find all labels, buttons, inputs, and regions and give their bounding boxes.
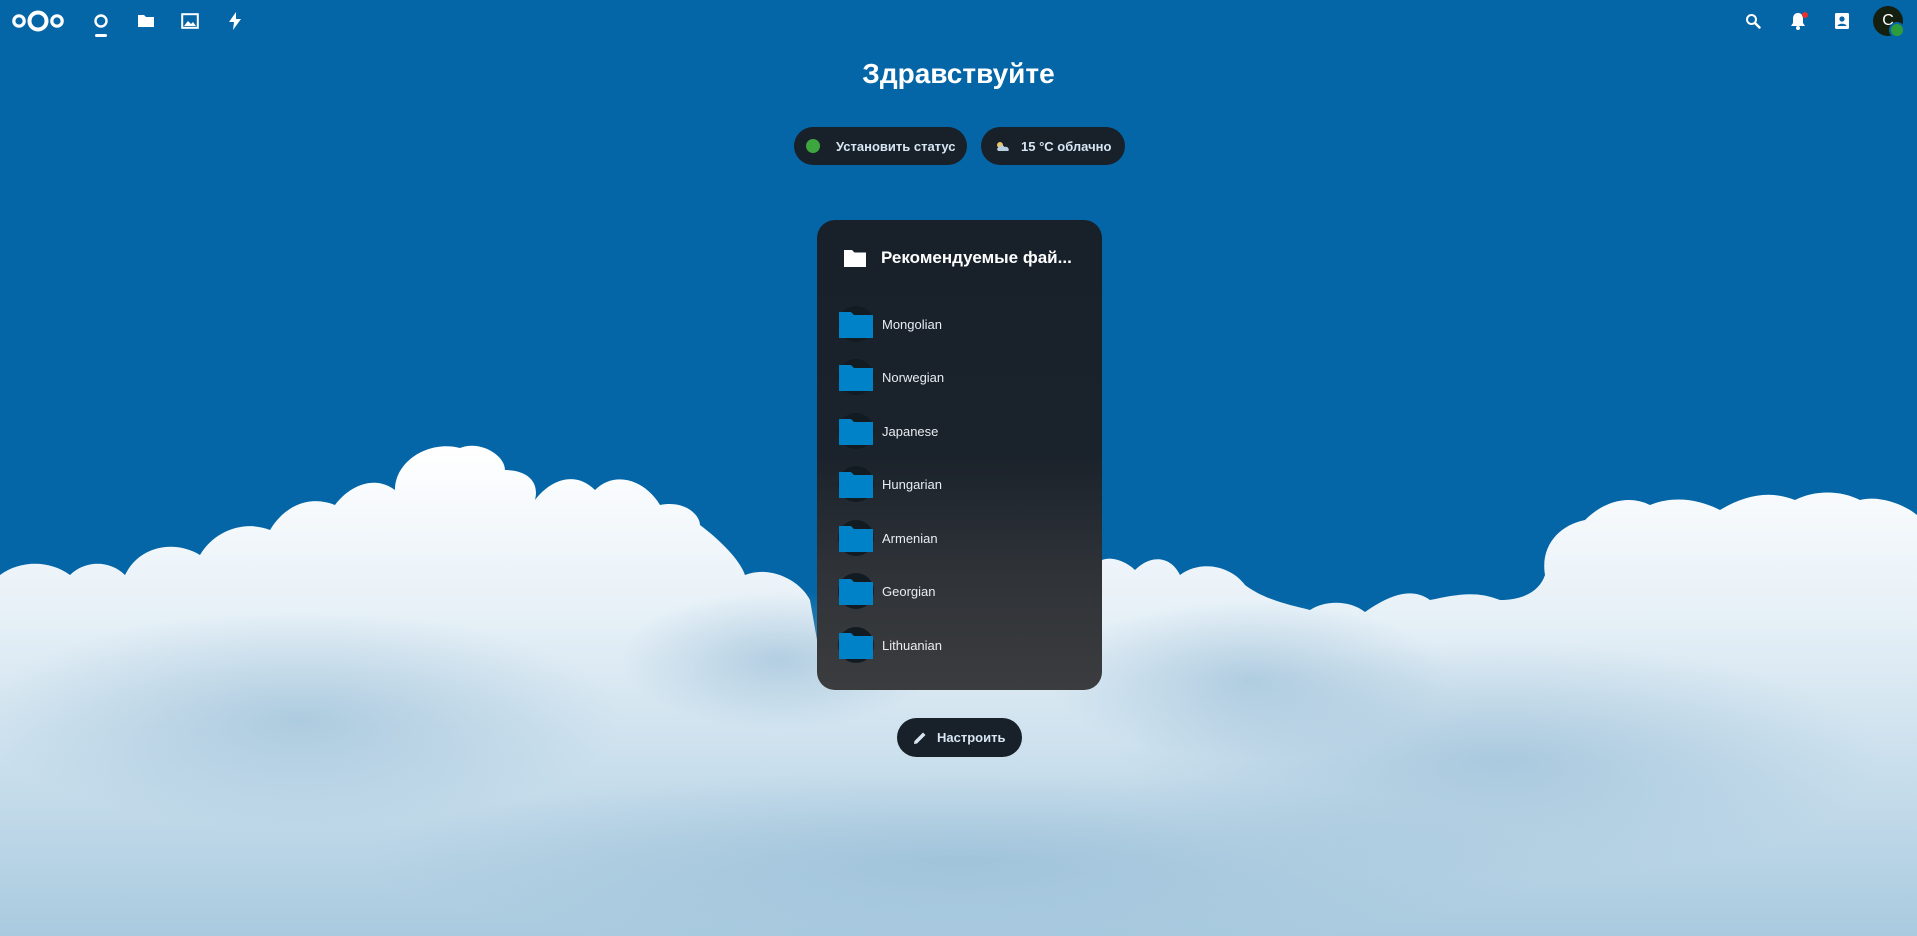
- user-avatar[interactable]: C: [1873, 6, 1905, 38]
- notifications-button[interactable]: [1778, 1, 1818, 41]
- activity-app-link[interactable]: [215, 1, 255, 41]
- files-app-link[interactable]: [126, 1, 166, 41]
- online-status-icon: [806, 139, 820, 153]
- search-icon: [1746, 14, 1761, 29]
- pencil-icon: [913, 731, 927, 745]
- customize-label: Настроить: [937, 730, 1006, 745]
- folder-icon: [839, 419, 873, 445]
- dashboard-app-link[interactable]: [81, 1, 121, 41]
- file-name: Armenian: [882, 530, 938, 546]
- folder-icon: [839, 579, 873, 605]
- search-button[interactable]: [1733, 1, 1773, 41]
- list-item[interactable]: Mongolian: [838, 302, 942, 346]
- list-item[interactable]: Norwegian: [838, 355, 944, 399]
- set-status-button[interactable]: Установить статус: [794, 127, 967, 165]
- recommended-files-widget: Рекомендуемые фай... Mongolian Norwegian: [817, 220, 1102, 690]
- weather-button[interactable]: 15 °C облачно: [981, 127, 1125, 165]
- top-header: C: [0, 0, 1917, 42]
- list-item[interactable]: Hungarian: [838, 462, 942, 506]
- file-name: Mongolian: [882, 316, 942, 332]
- list-item[interactable]: Lithuanian: [838, 623, 942, 667]
- folder-icon: [839, 633, 873, 659]
- cloud-sun-icon: [995, 140, 1011, 152]
- active-app-indicator: [95, 34, 107, 37]
- set-status-label: Установить статус: [836, 138, 956, 154]
- nextcloud-logo[interactable]: [10, 1, 66, 41]
- list-item[interactable]: Japanese: [838, 409, 938, 453]
- widget-title[interactable]: Рекомендуемые фай...: [881, 248, 1072, 268]
- avatar-status-indicator: [1889, 22, 1905, 38]
- customize-button[interactable]: Настроить: [897, 718, 1022, 757]
- lightning-icon: [229, 12, 241, 30]
- image-icon: [181, 13, 199, 29]
- file-name: Hungarian: [882, 476, 942, 492]
- notification-badge: [1802, 12, 1808, 18]
- file-name: Japanese: [882, 423, 939, 439]
- folder-icon: [839, 312, 873, 338]
- folder-icon: [138, 15, 154, 27]
- weather-label: 15 °C облачно: [1021, 138, 1112, 154]
- contacts-icon: [1835, 13, 1849, 29]
- photos-app-link[interactable]: [170, 1, 210, 41]
- file-name: Georgian: [882, 583, 936, 599]
- list-item[interactable]: Georgian: [838, 569, 935, 613]
- folder-icon: [839, 365, 873, 391]
- dashboard-icon: [94, 14, 108, 28]
- folder-icon: [844, 250, 866, 267]
- file-name: Lithuanian: [882, 637, 942, 653]
- list-item[interactable]: Armenian: [838, 516, 938, 560]
- page-greeting: Здравствуйте: [862, 58, 1055, 89]
- widget-header: Рекомендуемые фай...: [843, 248, 1072, 268]
- folder-icon: [839, 472, 873, 498]
- contacts-button[interactable]: [1822, 1, 1862, 41]
- folder-icon: [839, 526, 873, 552]
- file-name: Norwegian: [882, 369, 945, 385]
